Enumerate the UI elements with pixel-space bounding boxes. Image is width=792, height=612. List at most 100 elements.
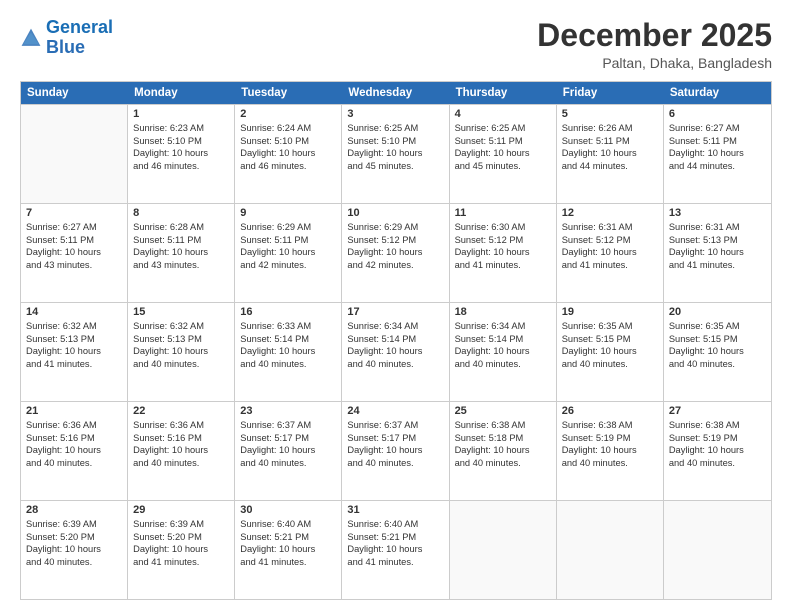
calendar-cell-12: 12Sunrise: 6:31 AMSunset: 5:12 PMDayligh… (557, 204, 664, 302)
cell-info-line: Sunrise: 6:35 AM (562, 320, 658, 333)
calendar-cell-8: 8Sunrise: 6:28 AMSunset: 5:11 PMDaylight… (128, 204, 235, 302)
calendar-cell-23: 23Sunrise: 6:37 AMSunset: 5:17 PMDayligh… (235, 402, 342, 500)
cell-info-line: Daylight: 10 hours (133, 147, 229, 160)
cell-info-line: Sunset: 5:19 PM (562, 432, 658, 445)
cell-info-line: Sunrise: 6:29 AM (347, 221, 443, 234)
cell-info-line: and 42 minutes. (347, 259, 443, 272)
cell-info-line: Daylight: 10 hours (455, 147, 551, 160)
calendar-header: SundayMondayTuesdayWednesdayThursdayFrid… (21, 82, 771, 104)
day-number: 22 (133, 405, 229, 417)
cell-info-line: Daylight: 10 hours (455, 444, 551, 457)
calendar-cell-18: 18 Sunrise: 6:34 AMSunset: 5:14 PMDayligh… (450, 303, 557, 401)
day-number: 23 (240, 405, 336, 417)
calendar-week-2: 7Sunrise: 6:27 AMSunset: 5:11 PMDaylight… (21, 203, 771, 302)
calendar-cell-27: 27Sunrise: 6:38 AMSunset: 5:19 PMDayligh… (664, 402, 771, 500)
cell-info-line: and 40 minutes. (26, 457, 122, 470)
day-number: 5 (562, 108, 658, 120)
calendar-cell-10: 10Sunrise: 6:29 AMSunset: 5:12 PMDayligh… (342, 204, 449, 302)
cell-info-line: Sunrise: 6:27 AM (26, 221, 122, 234)
day-number: 29 (133, 504, 229, 516)
cell-info-line: Sunset: 5:10 PM (240, 135, 336, 148)
cell-info-line: Daylight: 10 hours (240, 246, 336, 259)
calendar-cell-28: 28Sunrise: 6:39 AMSunset: 5:20 PMDayligh… (21, 501, 128, 599)
cell-info-line: Daylight: 10 hours (133, 246, 229, 259)
cell-info-line: Sunrise: 6:39 AM (26, 518, 122, 531)
cell-info-line: Sunset: 5:17 PM (240, 432, 336, 445)
cell-info-line: Sunset: 5:14 PM (240, 333, 336, 346)
subtitle: Paltan, Dhaka, Bangladesh (537, 55, 772, 71)
calendar-cell-empty (557, 501, 664, 599)
header-day-tuesday: Tuesday (235, 82, 342, 104)
calendar-cell-14: 14Sunrise: 6:32 AMSunset: 5:13 PMDayligh… (21, 303, 128, 401)
cell-info-line: Sunset: 5:11 PM (26, 234, 122, 247)
cell-info-line: Daylight: 10 hours (133, 444, 229, 457)
cell-info-line: Sunrise: 6:36 AM (26, 419, 122, 432)
day-number: 4 (455, 108, 551, 120)
cell-info-line: and 44 minutes. (562, 160, 658, 173)
day-number: 13 (669, 207, 766, 219)
cell-info-line: Sunset: 5:14 PM (455, 333, 551, 346)
cell-info-line: Sunset: 5:12 PM (347, 234, 443, 247)
cell-info-line: and 40 minutes. (455, 358, 551, 371)
cell-info-line: Sunrise: 6:25 AM (455, 122, 551, 135)
cell-info-line: Sunset: 5:14 PM (347, 333, 443, 346)
cell-info-line: Daylight: 10 hours (347, 345, 443, 358)
cell-info-line: Sunset: 5:16 PM (26, 432, 122, 445)
day-number: 9 (240, 207, 336, 219)
cell-info-line: Sunrise: 6:37 AM (240, 419, 336, 432)
cell-info-line: and 40 minutes. (669, 457, 766, 470)
cell-info-line: Sunrise: 6:39 AM (133, 518, 229, 531)
cell-info-line: Sunrise: 6:38 AM (455, 419, 551, 432)
cell-info-line: Daylight: 10 hours (26, 444, 122, 457)
logo-general: General (46, 17, 113, 37)
day-number: 26 (562, 405, 658, 417)
cell-info-line: Sunrise: 6:25 AM (347, 122, 443, 135)
cell-info-line: Sunset: 5:11 PM (562, 135, 658, 148)
cell-info-line: Sunset: 5:17 PM (347, 432, 443, 445)
cell-info-line: Daylight: 10 hours (562, 444, 658, 457)
cell-info-line: and 40 minutes. (669, 358, 766, 371)
cell-info-line: and 41 minutes. (455, 259, 551, 272)
day-number: 24 (347, 405, 443, 417)
cell-info-line: and 43 minutes. (133, 259, 229, 272)
calendar-cell-19: 19Sunrise: 6:35 AMSunset: 5:15 PMDayligh… (557, 303, 664, 401)
day-number: 25 (455, 405, 551, 417)
calendar-cell-4: 4Sunrise: 6:25 AMSunset: 5:11 PMDaylight… (450, 105, 557, 203)
cell-info-line: Sunset: 5:10 PM (133, 135, 229, 148)
cell-info-line: Sunrise: 6:34 AM (455, 320, 551, 333)
cell-info-line: and 40 minutes. (240, 358, 336, 371)
cell-info-line: Daylight: 10 hours (26, 543, 122, 556)
day-number: 20 (669, 306, 766, 318)
calendar-cell-29: 29Sunrise: 6:39 AMSunset: 5:20 PMDayligh… (128, 501, 235, 599)
calendar-cell-9: 9Sunrise: 6:29 AMSunset: 5:11 PMDaylight… (235, 204, 342, 302)
cell-info-line: Sunrise: 6:33 AM (240, 320, 336, 333)
cell-info-line: and 40 minutes. (562, 358, 658, 371)
calendar-cell-11: 11Sunrise: 6:30 AMSunset: 5:12 PMDayligh… (450, 204, 557, 302)
cell-info-line: and 45 minutes. (347, 160, 443, 173)
cell-info-line: and 45 minutes. (455, 160, 551, 173)
cell-info-line: Daylight: 10 hours (455, 246, 551, 259)
cell-info-line: and 40 minutes. (562, 457, 658, 470)
calendar-cell-31: 31Sunrise: 6:40 AMSunset: 5:21 PMDayligh… (342, 501, 449, 599)
cell-info-line: Sunset: 5:10 PM (347, 135, 443, 148)
day-number: 18 (455, 306, 551, 318)
cell-info-line: Daylight: 10 hours (455, 345, 551, 358)
cell-info-line: Sunset: 5:13 PM (26, 333, 122, 346)
cell-info-line: Sunrise: 6:38 AM (562, 419, 658, 432)
logo-text: General Blue (46, 18, 113, 58)
calendar-cell-5: 5Sunrise: 6:26 AMSunset: 5:11 PMDaylight… (557, 105, 664, 203)
cell-info-line: and 40 minutes. (26, 556, 122, 569)
cell-info-line: Sunset: 5:19 PM (669, 432, 766, 445)
day-number: 16 (240, 306, 336, 318)
day-number: 14 (26, 306, 122, 318)
day-number: 7 (26, 207, 122, 219)
header-day-monday: Monday (128, 82, 235, 104)
cell-info-line: Sunset: 5:21 PM (240, 531, 336, 544)
cell-info-line: Daylight: 10 hours (240, 543, 336, 556)
cell-info-line: Sunset: 5:11 PM (133, 234, 229, 247)
cell-info-line: and 40 minutes. (347, 358, 443, 371)
cell-info-line: Daylight: 10 hours (669, 246, 766, 259)
calendar-cell-17: 17Sunrise: 6:34 AMSunset: 5:14 PMDayligh… (342, 303, 449, 401)
cell-info-line: Sunrise: 6:28 AM (133, 221, 229, 234)
calendar-cell-21: 21Sunrise: 6:36 AMSunset: 5:16 PMDayligh… (21, 402, 128, 500)
